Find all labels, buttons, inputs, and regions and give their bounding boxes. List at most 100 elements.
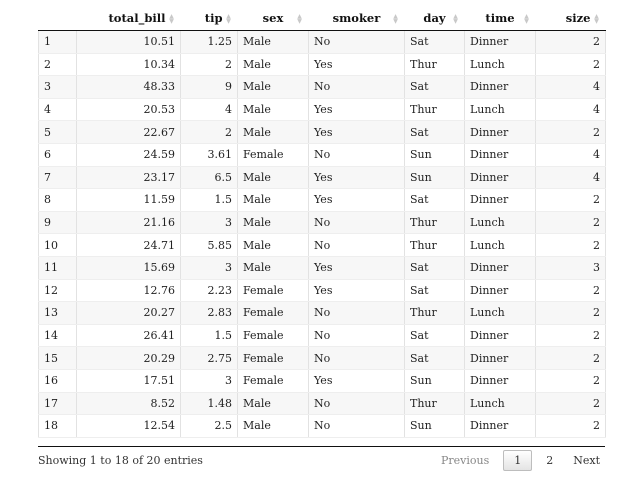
- day-cell: Sat: [404, 279, 465, 303]
- smoker-cell: No: [308, 143, 405, 167]
- sex-cell: Male: [237, 211, 309, 235]
- column-header-day[interactable]: day ▲ ▼: [404, 6, 465, 31]
- day-cell: Sat: [404, 256, 465, 280]
- row-index: 5: [38, 120, 77, 144]
- sex-cell: Male: [237, 233, 309, 257]
- previous-page-button[interactable]: Previous: [431, 450, 499, 471]
- table-row: 4 20.53 4 Male Yes Thur Lunch 4: [38, 98, 606, 122]
- total-bill-cell: 12.76: [76, 279, 181, 303]
- column-header-smoker[interactable]: smoker ▲ ▼: [308, 6, 405, 31]
- total-bill-cell: 20.27: [76, 301, 181, 325]
- table-row: 11 15.69 3 Male Yes Sat Dinner 3: [38, 256, 606, 280]
- sort-arrows-icon: ▲ ▼: [169, 13, 174, 25]
- total-bill-cell: 20.29: [76, 346, 181, 370]
- size-cell: 2: [535, 324, 606, 348]
- table-row: 15 20.29 2.75 Female No Sat Dinner 2: [38, 346, 606, 370]
- day-cell: Sat: [404, 30, 465, 54]
- size-cell: 2: [535, 211, 606, 235]
- column-header-time[interactable]: time ▲ ▼: [464, 6, 536, 31]
- sort-arrows-icon: ▲ ▼: [453, 13, 458, 25]
- column-header-total-bill[interactable]: total_bill ▲ ▼: [76, 6, 181, 31]
- row-index: 9: [38, 211, 77, 235]
- smoker-cell: Yes: [308, 53, 405, 77]
- time-cell: Dinner: [464, 414, 536, 438]
- sex-cell: Female: [237, 301, 309, 325]
- sort-arrows-icon: ▲ ▼: [594, 13, 599, 25]
- total-bill-cell: 26.41: [76, 324, 181, 348]
- total-bill-cell: 8.52: [76, 392, 181, 416]
- tip-cell: 9: [180, 75, 238, 99]
- row-index: 10: [38, 233, 77, 257]
- tip-cell: 2.23: [180, 279, 238, 303]
- size-cell: 2: [535, 120, 606, 144]
- size-cell: 4: [535, 98, 606, 122]
- size-cell: 2: [535, 30, 606, 54]
- smoker-cell: Yes: [308, 256, 405, 280]
- day-cell: Thur: [404, 233, 465, 257]
- table-row: 14 26.41 1.5 Female No Sat Dinner 2: [38, 324, 606, 348]
- column-header-tip[interactable]: tip ▲ ▼: [180, 6, 238, 31]
- table-row: 17 8.52 1.48 Male No Thur Lunch 2: [38, 392, 606, 416]
- time-cell: Lunch: [464, 301, 536, 325]
- data-table-container: total_bill ▲ ▼ tip ▲ ▼ sex ▲ ▼ smoker ▲ ▼ day ▲ ▼ …: [38, 6, 606, 438]
- table-bottom-rule: [38, 446, 605, 447]
- row-index: 16: [38, 369, 77, 393]
- sex-cell: Female: [237, 279, 309, 303]
- row-index: 1: [38, 30, 77, 54]
- day-cell: Sun: [404, 166, 465, 190]
- size-cell: 2: [535, 233, 606, 257]
- size-cell: 2: [535, 414, 606, 438]
- sex-cell: Male: [237, 166, 309, 190]
- total-bill-cell: 10.51: [76, 30, 181, 54]
- size-cell: 2: [535, 53, 606, 77]
- row-index: 14: [38, 324, 77, 348]
- smoker-cell: No: [308, 324, 405, 348]
- size-cell: 2: [535, 301, 606, 325]
- size-cell: 4: [535, 143, 606, 167]
- table-row: 7 23.17 6.5 Male Yes Sun Dinner 4: [38, 166, 606, 190]
- table-row: 16 17.51 3 Female Yes Sun Dinner 2: [38, 369, 606, 393]
- sort-arrows-icon: ▲ ▼: [297, 13, 302, 25]
- smoker-cell: Yes: [308, 166, 405, 190]
- total-bill-cell: 22.67: [76, 120, 181, 144]
- time-cell: Dinner: [464, 120, 536, 144]
- page-button-2[interactable]: 2: [536, 450, 563, 471]
- total-bill-cell: 12.54: [76, 414, 181, 438]
- day-cell: Thur: [404, 53, 465, 77]
- day-cell: Thur: [404, 98, 465, 122]
- time-cell: Lunch: [464, 233, 536, 257]
- time-cell: Dinner: [464, 188, 536, 212]
- smoker-cell: No: [308, 30, 405, 54]
- smoker-cell: No: [308, 346, 405, 370]
- table-row: 8 11.59 1.5 Male Yes Sat Dinner 2: [38, 188, 606, 212]
- smoker-cell: No: [308, 211, 405, 235]
- row-index: 11: [38, 256, 77, 280]
- page-button-1[interactable]: 1: [503, 450, 533, 471]
- table-row: 10 24.71 5.85 Male No Thur Lunch 2: [38, 233, 606, 257]
- sex-cell: Male: [237, 30, 309, 54]
- sort-arrows-icon: ▲ ▼: [524, 13, 529, 25]
- day-cell: Sat: [404, 324, 465, 348]
- day-cell: Sun: [404, 143, 465, 167]
- tip-cell: 1.25: [180, 30, 238, 54]
- column-header-sex[interactable]: sex ▲ ▼: [237, 6, 309, 31]
- total-bill-cell: 48.33: [76, 75, 181, 99]
- row-index: 3: [38, 75, 77, 99]
- row-index: 7: [38, 166, 77, 190]
- total-bill-cell: 17.51: [76, 369, 181, 393]
- next-page-button[interactable]: Next: [563, 450, 610, 471]
- time-cell: Dinner: [464, 346, 536, 370]
- size-cell: 4: [535, 166, 606, 190]
- time-cell: Dinner: [464, 256, 536, 280]
- total-bill-cell: 21.16: [76, 211, 181, 235]
- time-cell: Dinner: [464, 324, 536, 348]
- tip-cell: 4: [180, 98, 238, 122]
- row-index: 2: [38, 53, 77, 77]
- size-cell: 2: [535, 392, 606, 416]
- column-header-size[interactable]: size ▲ ▼: [535, 6, 606, 31]
- sex-cell: Male: [237, 392, 309, 416]
- total-bill-cell: 23.17: [76, 166, 181, 190]
- smoker-cell: Yes: [308, 120, 405, 144]
- table-body: 1 10.51 1.25 Male No Sat Dinner 2 2 10.34 2 Male Yes…: [38, 30, 606, 438]
- total-bill-cell: 20.53: [76, 98, 181, 122]
